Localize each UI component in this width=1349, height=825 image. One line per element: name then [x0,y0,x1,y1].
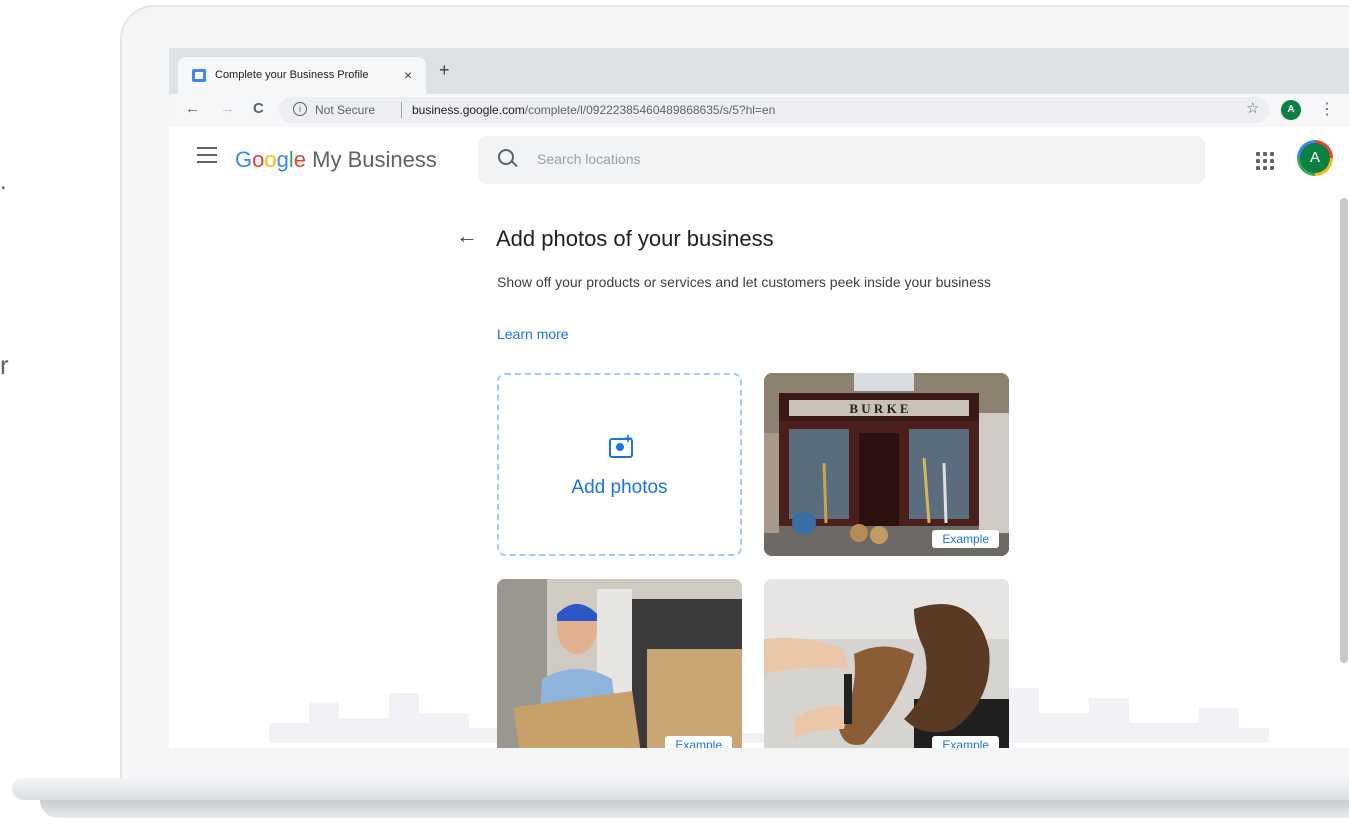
background-fragment-dot: . [0,168,7,195]
reload-icon[interactable]: C [253,100,264,117]
hair-salon-illustration [764,579,1009,748]
shop-sign-text: B U R K E [849,401,908,416]
delivery-illustration [497,579,742,748]
not-secure-label: Not Secure [315,103,376,117]
address-bar[interactable]: i Not Secure business.google.com/complet… [279,97,1269,123]
new-tab-icon[interactable]: + [439,60,450,81]
tab-close-icon[interactable]: × [404,67,412,83]
example-badge: Example [932,736,999,748]
add-photo-plus-icon: + [624,430,633,446]
back-icon[interactable]: ← [185,100,200,117]
example-photo-hair-salon: Example [764,579,1009,748]
hamburger-menu-icon[interactable] [197,147,217,163]
forward-icon[interactable]: → [220,100,235,117]
learn-more-link[interactable]: Learn more [497,326,569,342]
search-locations-input[interactable]: Search locations [478,136,1205,184]
browser-toolbar: ← → C i Not Secure business.google.com/c… [169,94,1349,127]
search-icon [498,149,514,165]
background-fragment-r: r [0,350,9,380]
google-my-business-logo[interactable]: Google My Business [235,147,437,173]
url-path: /complete/l/09222385460489868635/s/5?hl=… [524,103,776,117]
add-photos-label: Add photos [571,477,668,498]
main-content: ← Add photos of your business Show off y… [169,193,1349,748]
page-title: Add photos of your business [496,226,774,251]
url-host: business.google.com [412,103,525,117]
account-avatar-initial: A [1300,143,1330,173]
browser-profile-avatar[interactable]: A [1281,100,1301,120]
example-badge: Example [932,530,999,548]
favicon-icon [192,69,206,82]
laptop-base [0,770,1349,825]
page-scrollbar[interactable] [1340,198,1348,663]
bookmark-star-icon[interactable]: ☆ [1246,99,1259,117]
laptop-base-bottom [40,800,1349,818]
info-icon[interactable]: i [293,102,307,116]
account-avatar[interactable]: A [1297,140,1333,176]
url-text[interactable]: business.google.com/complete/l/092223854… [412,103,775,117]
add-photos-button[interactable]: + Add photos [497,373,742,556]
example-photo-storefront: B U R K E Example [764,373,1009,556]
browser-window: Complete your Business Profile × + ← → C… [169,48,1349,748]
browser-menu-icon[interactable]: ⋮ [1319,99,1335,119]
tab-title: Complete your Business Profile [215,69,369,81]
storefront-illustration: B U R K E [764,373,1009,556]
app-header: Google My Business Search locations A [169,127,1349,194]
google-apps-icon[interactable] [1256,152,1274,170]
page-description: Show off your products or services and l… [497,274,991,290]
back-arrow-icon[interactable]: ← [456,223,478,249]
example-photo-delivery: Example [497,579,742,748]
address-separator [401,102,402,118]
example-badge: Example [665,736,732,748]
search-placeholder: Search locations [537,151,641,167]
browser-tab[interactable]: Complete your Business Profile × [178,57,426,94]
laptop-base-top [12,778,1349,800]
tab-strip: Complete your Business Profile × + [169,48,1349,94]
